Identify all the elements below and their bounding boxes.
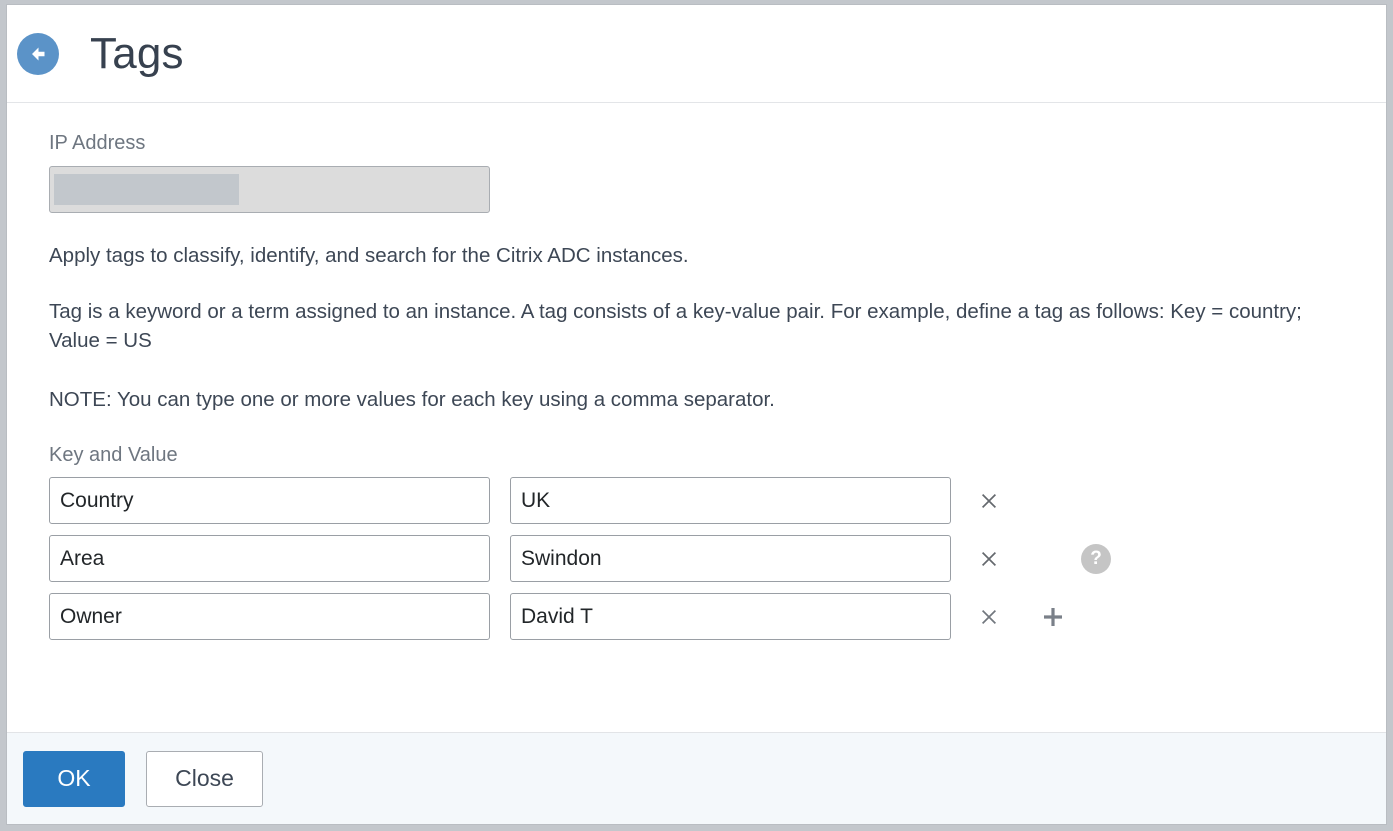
description-note: NOTE: You can type one or more values fo…: [49, 388, 775, 412]
key-value-row: [49, 477, 1346, 525]
help-circle-icon[interactable]: ?: [1081, 543, 1111, 574]
tags-dialog: Tags IP Address Apply tags to classify, …: [6, 4, 1387, 825]
description-tag-definition: Tag is a keyword or a term assigned to a…: [49, 300, 1302, 353]
close-button[interactable]: Close: [146, 750, 263, 807]
description-apply-tags: Apply tags to classify, identify, and se…: [49, 244, 689, 267]
ip-address-redacted-value: [54, 174, 239, 205]
tag-key-input[interactable]: [49, 593, 490, 641]
close-icon[interactable]: [971, 541, 1007, 577]
back-arrow-icon[interactable]: [17, 32, 59, 75]
dialog-header: Tags: [7, 5, 1386, 103]
tag-value-input[interactable]: [510, 477, 951, 525]
key-and-value-label: Key and Value: [49, 444, 178, 467]
key-value-rows: ?: [49, 477, 1346, 641]
key-value-row: ?: [49, 535, 1346, 583]
tag-key-input[interactable]: [49, 535, 490, 583]
tag-key-input[interactable]: [49, 477, 490, 525]
tag-value-input[interactable]: [510, 535, 951, 583]
dialog-footer: OK Close: [7, 732, 1386, 824]
tag-value-input[interactable]: [510, 593, 951, 641]
key-value-row: [49, 593, 1346, 641]
ok-button[interactable]: OK: [23, 750, 125, 807]
dialog-body: IP Address Apply tags to classify, ident…: [7, 103, 1386, 732]
close-icon[interactable]: [971, 599, 1007, 635]
page-title: Tags: [90, 28, 184, 78]
ip-address-label: IP Address: [49, 132, 146, 154]
close-icon[interactable]: [971, 483, 1007, 519]
plus-icon[interactable]: [1035, 599, 1071, 635]
ip-address-input[interactable]: [49, 166, 490, 213]
